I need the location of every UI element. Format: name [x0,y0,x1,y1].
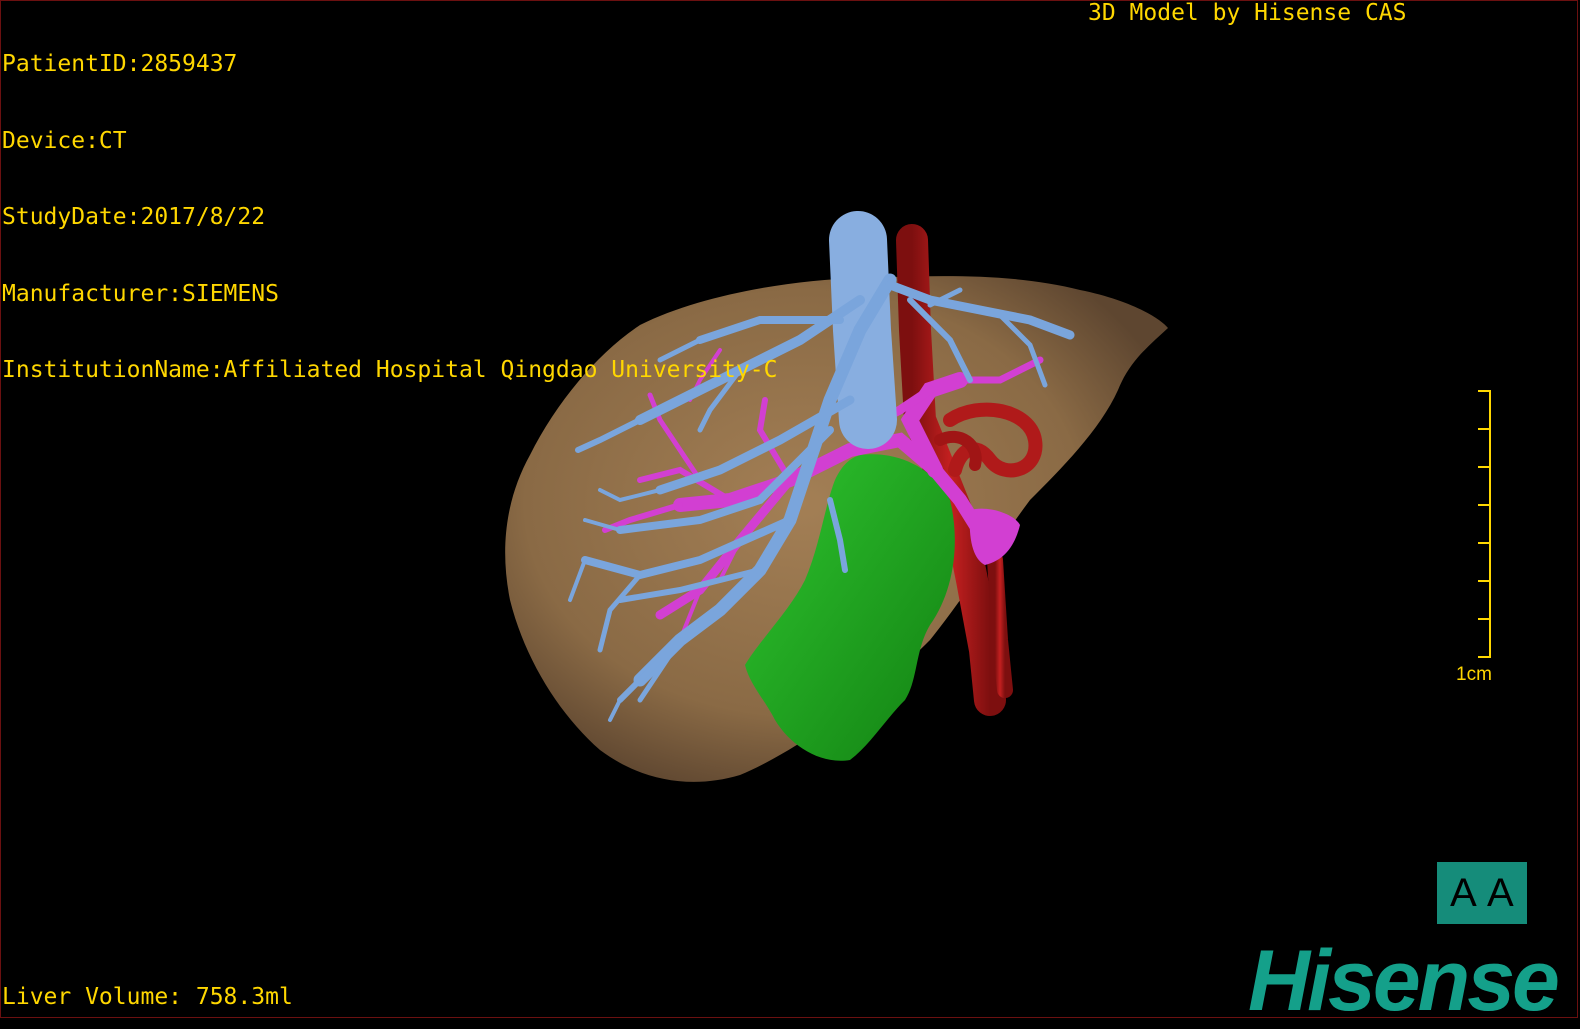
liver-volume-label: Liver Volume: 758.3ml [2,984,293,1010]
study-date: StudyDate:2017/8/22 [2,204,266,230]
patient-id: PatientID:2859437 [2,51,238,77]
hisense-logo: Hisense [1248,933,1560,1029]
model-credit-label: 3D Model by Hisense CAS [1088,0,1407,26]
institution-name: InstitutionName:Affiliated Hospital Qing… [2,357,778,383]
dicom-info-panel: PatientID:2859437 Device:CT StudyDate:20… [2,1,777,409]
a-icon: A [1487,871,1514,915]
scale-bar [1478,390,1491,658]
orientation-toggle-button[interactable]: A A [1437,862,1527,924]
mirror-a-icon: A [1450,871,1477,915]
device: Device:CT [2,127,127,154]
scale-bar-label: 1cm [1456,664,1492,685]
manufacturer: Manufacturer:SIEMENS [2,280,279,307]
